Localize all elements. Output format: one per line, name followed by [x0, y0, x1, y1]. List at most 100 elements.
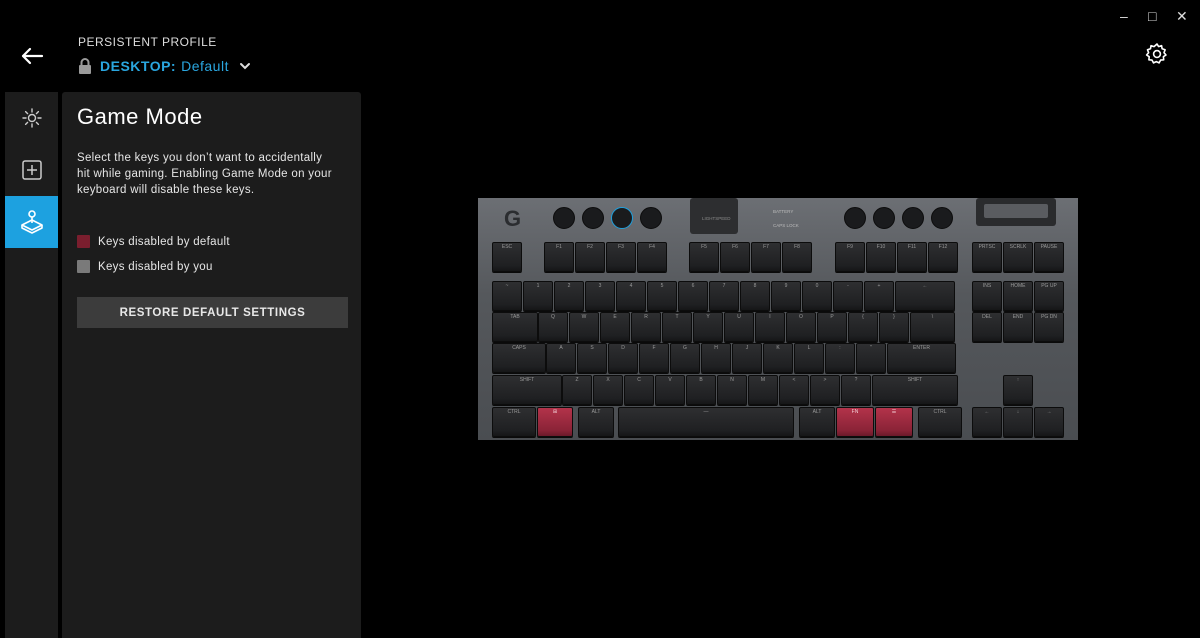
- key-r[interactable]: R: [631, 312, 661, 342]
- key-arrow-right[interactable]: →: [1034, 407, 1064, 437]
- sidebar-item-assignments[interactable]: [5, 144, 58, 196]
- key-f7[interactable]: F7: [751, 242, 781, 272]
- key-right-alt[interactable]: ALT: [799, 407, 835, 437]
- circle-btn-2[interactable]: [582, 207, 604, 229]
- key-f8[interactable]: F8: [782, 242, 812, 272]
- key-o[interactable]: O: [786, 312, 816, 342]
- key-{[interactable]: {: [848, 312, 878, 342]
- key-z[interactable]: Z: [562, 375, 592, 405]
- circle-btn-4[interactable]: [640, 207, 662, 229]
- key-prtsc[interactable]: PRTSC: [972, 242, 1002, 272]
- key-k[interactable]: K: [763, 343, 793, 373]
- key-l[interactable]: L: [794, 343, 824, 373]
- profile-selector[interactable]: DESKTOP: Default: [78, 58, 251, 74]
- key-9[interactable]: 9: [771, 281, 801, 311]
- key-u[interactable]: U: [724, 312, 754, 342]
- prev-track-button[interactable]: [844, 207, 866, 229]
- minimize-button[interactable]: –: [1120, 8, 1128, 24]
- sidebar-item-game-mode[interactable]: [5, 196, 58, 248]
- restore-default-button[interactable]: RESTORE DEFAULT SETTINGS: [77, 297, 348, 328]
- key-arrow-left[interactable]: ←: [972, 407, 1002, 437]
- settings-button[interactable]: [1145, 42, 1169, 66]
- close-button[interactable]: ✕: [1176, 8, 1188, 25]
- key-n[interactable]: N: [717, 375, 747, 405]
- key-end[interactable]: END: [1003, 312, 1033, 342]
- key-left-ctrl[interactable]: CTRL: [492, 407, 536, 437]
- circle-btn-1[interactable]: [553, 207, 575, 229]
- key-windows[interactable]: ⊞: [537, 407, 573, 437]
- key-8[interactable]: 8: [740, 281, 770, 311]
- key->[interactable]: >: [810, 375, 840, 405]
- key-y[interactable]: Y: [693, 312, 723, 342]
- key-4[interactable]: 4: [616, 281, 646, 311]
- key-arrow-down[interactable]: ↓: [1003, 407, 1033, 437]
- key-q[interactable]: Q: [538, 312, 568, 342]
- key-e[interactable]: E: [600, 312, 630, 342]
- key-7[interactable]: 7: [709, 281, 739, 311]
- key-f12[interactable]: F12: [928, 242, 958, 272]
- mute-button[interactable]: [931, 207, 953, 229]
- key-p[interactable]: P: [817, 312, 847, 342]
- key-space[interactable]: —: [618, 407, 794, 437]
- key-f11[interactable]: F11: [897, 242, 927, 272]
- key-t[interactable]: T: [662, 312, 692, 342]
- chevron-down-icon[interactable]: [239, 60, 251, 72]
- key-backslash[interactable]: \: [910, 312, 955, 342]
- key-2[interactable]: 2: [554, 281, 584, 311]
- key-caps[interactable]: CAPS: [492, 343, 546, 373]
- key-5[interactable]: 5: [647, 281, 677, 311]
- key-f[interactable]: F: [639, 343, 669, 373]
- circle-btn-3[interactable]: [611, 207, 633, 229]
- key-pause[interactable]: PAUSE: [1034, 242, 1064, 272]
- key-g[interactable]: G: [670, 343, 700, 373]
- key-?[interactable]: ?: [841, 375, 871, 405]
- key-h[interactable]: H: [701, 343, 731, 373]
- key-f1[interactable]: F1: [544, 242, 574, 272]
- key-}[interactable]: }: [879, 312, 909, 342]
- key--[interactable]: -: [833, 281, 863, 311]
- key-right-shift[interactable]: SHIFT: [872, 375, 958, 405]
- key-left-alt[interactable]: ALT: [578, 407, 614, 437]
- key-3[interactable]: 3: [585, 281, 615, 311]
- key-m[interactable]: M: [748, 375, 778, 405]
- key-x[interactable]: X: [593, 375, 623, 405]
- key-pg dn[interactable]: PG DN: [1034, 312, 1064, 342]
- key-w[interactable]: W: [569, 312, 599, 342]
- key-s[interactable]: S: [577, 343, 607, 373]
- key-+[interactable]: +: [864, 281, 894, 311]
- key-0[interactable]: 0: [802, 281, 832, 311]
- key-v[interactable]: V: [655, 375, 685, 405]
- key-f9[interactable]: F9: [835, 242, 865, 272]
- key-ins[interactable]: INS: [972, 281, 1002, 311]
- key-fn[interactable]: FN: [836, 407, 874, 437]
- sidebar-item-lighting[interactable]: [5, 92, 58, 144]
- key-:[interactable]: :: [825, 343, 855, 373]
- back-button[interactable]: [18, 42, 46, 70]
- key-f6[interactable]: F6: [720, 242, 750, 272]
- key-f3[interactable]: F3: [606, 242, 636, 272]
- key-d[interactable]: D: [608, 343, 638, 373]
- key-pg up[interactable]: PG UP: [1034, 281, 1064, 311]
- key-right-ctrl[interactable]: CTRL: [918, 407, 962, 437]
- key-arrow-up[interactable]: ↑: [1003, 375, 1033, 405]
- key-~[interactable]: ~: [492, 281, 522, 311]
- key-1[interactable]: 1: [523, 281, 553, 311]
- key-scrlk[interactable]: SCRLK: [1003, 242, 1033, 272]
- key-del[interactable]: DEL: [972, 312, 1002, 342]
- key-a[interactable]: A: [546, 343, 576, 373]
- key-menu[interactable]: ☰: [875, 407, 913, 437]
- key-f10[interactable]: F10: [866, 242, 896, 272]
- key-tab[interactable]: TAB: [492, 312, 538, 342]
- key-6[interactable]: 6: [678, 281, 708, 311]
- key-b[interactable]: B: [686, 375, 716, 405]
- key-c[interactable]: C: [624, 375, 654, 405]
- key-f4[interactable]: F4: [637, 242, 667, 272]
- key-"[interactable]: ": [856, 343, 886, 373]
- key-i[interactable]: I: [755, 312, 785, 342]
- key-backspace[interactable]: ←: [895, 281, 955, 311]
- next-track-button[interactable]: [902, 207, 924, 229]
- key-esc[interactable]: ESC: [492, 242, 522, 272]
- key-left-shift[interactable]: SHIFT: [492, 375, 562, 405]
- key-f2[interactable]: F2: [575, 242, 605, 272]
- key-j[interactable]: J: [732, 343, 762, 373]
